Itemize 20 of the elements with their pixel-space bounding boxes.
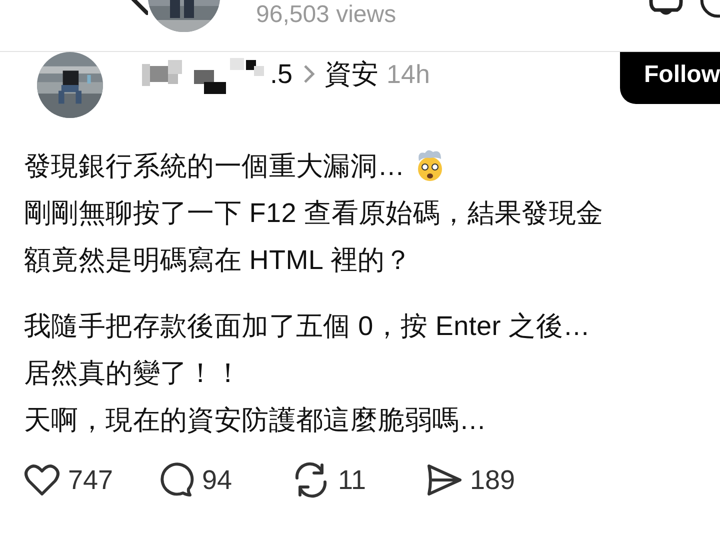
action-count: 747: [68, 464, 114, 496]
post-text-line: 剛剛無聊按了一下 F12 查看原始碼，結果發現金: [24, 196, 604, 230]
post-text-line: 我隨手把存款後面加了五個 0，按 Enter 之後…: [24, 310, 590, 342]
action-count: 189: [470, 464, 516, 496]
follow-button[interactable]: Follow: [620, 52, 720, 104]
action-count: 11: [338, 464, 366, 496]
action-count: 94: [202, 464, 232, 496]
view-count: 96,503 views: [256, 1, 396, 29]
speech-bubble-icon[interactable]: [158, 462, 194, 498]
chevron-icon: [302, 64, 315, 84]
send-icon[interactable]: [426, 463, 462, 497]
post-time: 14h: [386, 58, 430, 90]
post-text-line: 額竟然是明碼寫在 HTML 裡的？: [24, 244, 412, 276]
post-text-line: 發現銀行系統的一個重大漏洞…: [24, 150, 405, 182]
bell-icon[interactable]: [648, 0, 684, 16]
author-name[interactable]: .5: [270, 58, 293, 90]
topic-tag[interactable]: 資安: [324, 56, 379, 92]
post-text-line: 居然真的變了！！: [24, 356, 242, 390]
post-text-line: 天啊，現在的資安防護都這麼脆弱嗎…: [24, 404, 486, 436]
heart-icon[interactable]: [24, 463, 60, 497]
